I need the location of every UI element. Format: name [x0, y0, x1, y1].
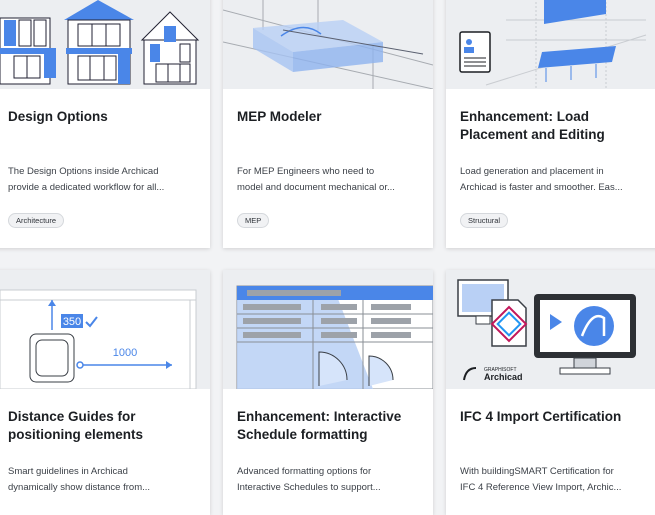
distance-label-2: 1000: [113, 347, 137, 359]
card-title: MEP Modeler: [237, 109, 322, 124]
structural-load-illustration: [459, 0, 647, 89]
category-tag[interactable]: Structural: [460, 213, 509, 228]
card-interactive-schedule[interactable]: Enhancement: Interactive Schedule format…: [223, 270, 433, 515]
chair-icon: [29, 333, 75, 383]
card-load-placement[interactable]: Enhancement: Load Placement and Editing …: [446, 0, 655, 248]
thumbnail-mep-modeler: [223, 0, 433, 89]
card-description: The Design Options inside Archicad provi…: [8, 166, 165, 193]
card-description: Advanced formatting options for Interact…: [237, 466, 381, 493]
card-ifc4-import[interactable]: GRAPHISOFT Archicad IFC 4 Import Certifi…: [446, 270, 655, 515]
thumbnail-interactive-schedule: [223, 270, 433, 389]
schedule-table-illustration: [236, 285, 433, 389]
houses-illustration: [0, 0, 200, 85]
document-icon: [459, 31, 491, 73]
ifc-import-illustration: GRAPHISOFT Archicad: [457, 279, 636, 382]
thumbnail-design-options: [0, 0, 210, 89]
card-title: Design Options: [8, 109, 108, 124]
display-icon: [534, 294, 636, 375]
distance-label: 350: [63, 316, 81, 328]
card-description: For MEP Engineers who need to model and …: [237, 166, 395, 193]
card-mep-modeler[interactable]: MEP Modeler For MEP Engineers who need t…: [223, 0, 433, 248]
archicad-logo-icon: [574, 306, 614, 346]
thumbnail-load-placement: [446, 0, 655, 89]
graphisoft-logo-icon: [463, 367, 477, 381]
card-description: With buildingSMART Certification for IFC…: [460, 466, 622, 493]
thumbnail-distance-guides: 350 1000: [0, 270, 210, 389]
card-design-options[interactable]: Design Options The Design Options inside…: [0, 0, 210, 248]
card-distance-guides[interactable]: 350 1000 Distance Guides for positioning…: [0, 270, 210, 515]
card-description: Load generation and placement in Archica…: [460, 166, 623, 193]
thumbnail-ifc4-import: GRAPHISOFT Archicad: [446, 270, 655, 389]
card-description: Smart guidelines in Archicad dynamically…: [8, 466, 151, 493]
card-title: Enhancement: Load Placement and Editing: [460, 109, 605, 142]
card-title: IFC 4 Import Certification: [460, 409, 622, 424]
svg-text:Archicad: Archicad: [484, 372, 523, 382]
category-tag[interactable]: MEP: [237, 213, 270, 228]
category-tag[interactable]: Architecture: [8, 213, 65, 228]
card-title: Distance Guides for positioning elements: [8, 409, 144, 442]
distance-guides-illustration: 350 1000: [0, 289, 197, 389]
card-title: Enhancement: Interactive Schedule format…: [237, 409, 402, 442]
duct-illustration: [223, 0, 433, 89]
ifc-file-icon: [490, 299, 528, 347]
